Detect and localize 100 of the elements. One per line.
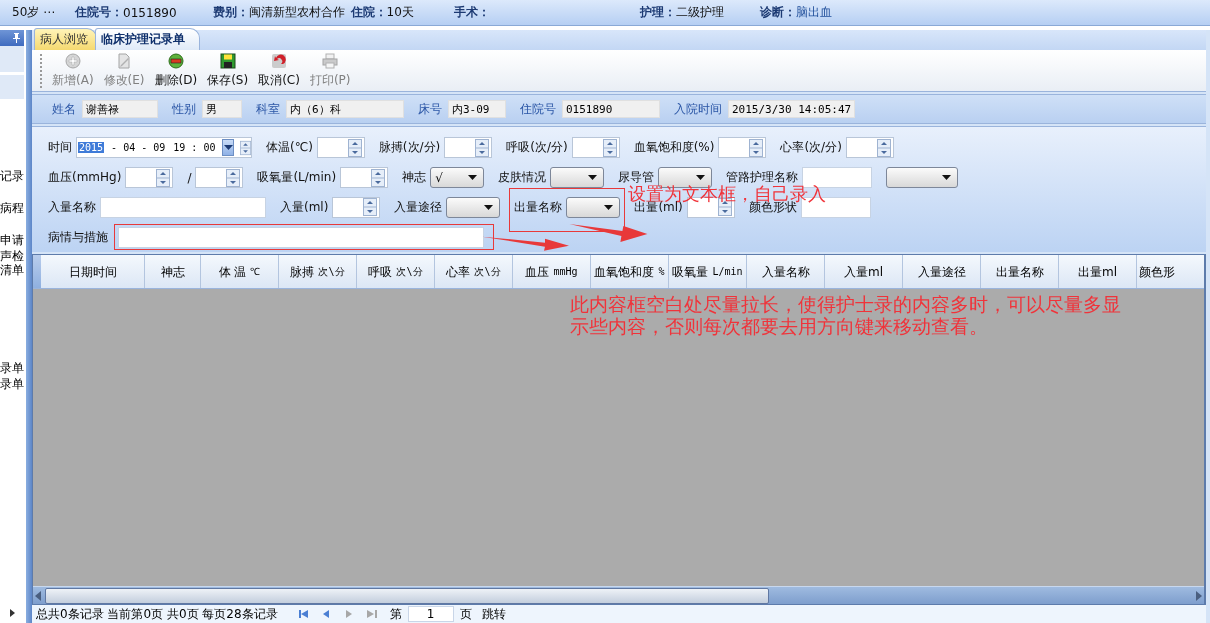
toolbar-button[interactable]: 保存(S): [203, 50, 253, 91]
readonly-field: 2015/3/30 14:05:47: [728, 100, 856, 118]
caret-icon: [588, 175, 598, 181]
edit-icon: [116, 52, 133, 69]
field-label: 科室: [256, 100, 280, 118]
column-header[interactable]: 血压 mmHg: [513, 255, 591, 288]
dropdown[interactable]: [550, 167, 605, 189]
tab[interactable]: 病人浏览: [34, 28, 97, 50]
date-segment[interactable]: - 04 - 09: [110, 142, 167, 154]
sidebar-item[interactable]: 清单: [0, 263, 24, 277]
column-header[interactable]: 体 温 ℃: [201, 255, 279, 288]
column-header[interactable]: 出量名称: [981, 255, 1059, 288]
info-label: 住院：: [350, 4, 387, 21]
date-segment[interactable]: 2015: [78, 142, 105, 154]
scrollbar-thumb[interactable]: [45, 587, 769, 604]
field-label: 入量途径: [394, 198, 443, 216]
sidebar-item[interactable]: 录单: [0, 377, 24, 391]
first-page-icon[interactable]: [297, 609, 309, 619]
number-field[interactable]: [316, 137, 365, 159]
readonly-field: 谢善禄: [82, 100, 158, 118]
sidebar-item[interactable]: 申请: [0, 233, 24, 247]
column-header[interactable]: 呼吸 次\分: [357, 255, 435, 288]
column-header[interactable]: 出量ml: [1059, 255, 1137, 288]
field-label: 姓名: [52, 100, 76, 118]
horizontal-scrollbar[interactable]: [33, 586, 1204, 604]
save-icon: [219, 52, 236, 69]
field-label: 体温(℃): [266, 139, 313, 157]
field-label: 床号: [418, 100, 442, 118]
dropdown-button[interactable]: [222, 139, 234, 157]
last-page-icon[interactable]: [366, 609, 378, 619]
info-value: 50岁 ⋯: [12, 4, 56, 21]
pin-icon[interactable]: [12, 33, 21, 43]
field-label: 吸氧量(L/min): [257, 169, 337, 187]
column-header[interactable]: 脉搏 次\分: [279, 255, 357, 288]
info-label: 住院号：: [75, 4, 124, 21]
sidebar-item[interactable]: 声检: [0, 249, 24, 263]
spinner-icon[interactable]: [226, 168, 241, 187]
scroll-left-icon[interactable]: [35, 590, 41, 601]
field-label: 出量名称: [514, 198, 563, 216]
dropdown[interactable]: [566, 196, 621, 218]
spinner-icon[interactable]: [347, 138, 362, 157]
tab[interactable]: 临床护理记录单: [95, 28, 200, 50]
info-value: 脑出血: [795, 4, 832, 21]
scroll-right-icon[interactable]: [9, 609, 15, 617]
column-header[interactable]: 吸氧量 L/min: [669, 255, 747, 288]
sidebar-item[interactable]: 记录: [0, 169, 24, 183]
info-label: 费别：: [212, 4, 249, 21]
caret-icon: [223, 145, 233, 151]
field-label: 病情与措施: [48, 228, 108, 246]
number-field[interactable]: [125, 167, 174, 189]
dropdown[interactable]: [886, 167, 959, 189]
field-label: 呼吸(次/分): [506, 139, 568, 157]
annotation-note: 此内容框空白处尽量拉长，使得护士录的内容多时，可以尽量多显示些内容，否则每次都要去用方向键来移动查看。: [570, 293, 1122, 337]
column-header[interactable]: 入量名称: [747, 255, 825, 288]
spinner-icon[interactable]: [363, 198, 378, 217]
input-field[interactable]: [100, 196, 266, 218]
number-field[interactable]: [444, 137, 493, 159]
dropdown[interactable]: √: [430, 167, 485, 189]
field-label: 神志: [402, 169, 427, 187]
column-header[interactable]: 日期时间: [41, 255, 145, 288]
field-label: 心率(次/分): [780, 139, 842, 157]
number-field[interactable]: [195, 167, 244, 189]
dropdown[interactable]: [446, 196, 501, 218]
column-header[interactable]: 颜色形: [1137, 255, 1185, 288]
spinner-icon[interactable]: [239, 138, 251, 157]
print-icon: [322, 52, 339, 69]
info-value: 二级护理: [675, 4, 724, 21]
field-label: 脉搏(次/分): [378, 139, 441, 157]
number-field[interactable]: [718, 137, 767, 159]
page-number-field[interactable]: 1: [407, 606, 454, 622]
spinner-icon[interactable]: [749, 138, 764, 157]
spinner-icon[interactable]: [156, 168, 171, 187]
column-header[interactable]: 入量途径: [903, 255, 981, 288]
number-field[interactable]: [332, 196, 381, 218]
sidebar-item[interactable]: 录单: [0, 361, 24, 375]
toolbar-button[interactable]: 删除(D): [150, 50, 202, 91]
date-segment[interactable]: 19 : 00: [172, 142, 217, 154]
column-header[interactable]: 神志: [145, 255, 201, 288]
page-label: 页: [459, 605, 472, 623]
spinner-icon[interactable]: [602, 138, 617, 157]
column-header[interactable]: 血氧饱和度 %: [591, 255, 669, 288]
column-header[interactable]: 入量ml: [825, 255, 903, 288]
caret-icon: [484, 204, 494, 210]
caret-icon: [604, 204, 614, 210]
toolbar-button[interactable]: 取消(C): [254, 50, 304, 91]
sidebar-item[interactable]: 病程: [0, 201, 24, 215]
column-header[interactable]: 心率 次\分: [435, 255, 513, 288]
spinner-icon[interactable]: [371, 168, 386, 187]
datetime-field[interactable]: 2015 - 04 - 09 19 : 00: [76, 137, 252, 159]
input-field[interactable]: [118, 226, 484, 248]
record-summary: 总共0条记录 当前第0页 共0页 每页28条记录: [36, 605, 278, 623]
spinner-icon[interactable]: [876, 138, 891, 157]
jump-link[interactable]: 跳转: [481, 605, 506, 623]
number-field[interactable]: [340, 167, 389, 189]
spinner-icon[interactable]: [475, 138, 490, 157]
readonly-field: 内（6）科: [286, 100, 404, 118]
field-label: /: [187, 170, 192, 185]
number-field[interactable]: [845, 137, 894, 159]
number-field[interactable]: [571, 137, 620, 159]
field-label: 入量名称: [48, 198, 96, 216]
